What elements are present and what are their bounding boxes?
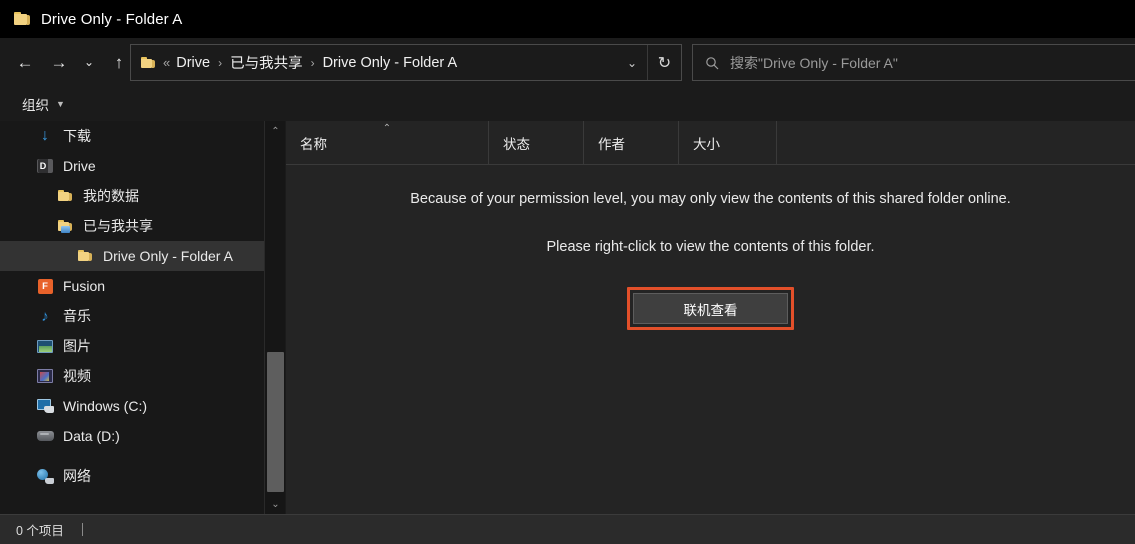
shared-folder-icon: [56, 217, 74, 235]
file-list-pane: ⌃ 名称 状态 作者 大小 Because of your permission…: [286, 120, 1135, 514]
column-header-name[interactable]: ⌃ 名称: [286, 120, 489, 165]
address-folder-icon: [141, 56, 155, 69]
sidebar-item-label: Data (D:): [63, 428, 120, 444]
chevron-down-icon: ▼: [56, 98, 65, 109]
sidebar-item-label: 网络: [63, 468, 91, 484]
sidebar-item-music[interactable]: ♪ 音乐: [0, 301, 264, 331]
empty-folder-message: Because of your permission level, you ma…: [286, 165, 1135, 514]
pictures-icon: [36, 337, 54, 355]
column-header-label: 作者: [598, 136, 625, 152]
window-title: Drive Only - Folder A: [41, 10, 183, 28]
column-header-author[interactable]: 作者: [584, 120, 679, 165]
videos-icon: [36, 367, 54, 385]
download-icon: ↓: [41, 127, 49, 144]
status-separator: [81, 523, 83, 536]
organize-label: 组织: [22, 97, 49, 113]
music-icon: ♪: [41, 307, 49, 325]
sidebar-item-fusion[interactable]: F Fusion: [0, 271, 264, 301]
navigation-pane: ↓ 下载 Drive 我的数据 已与我共享 Drive Only - Folde…: [0, 121, 264, 514]
breadcrumb-separator-icon: ›: [218, 55, 223, 70]
refresh-icon[interactable]: ↻: [647, 45, 681, 80]
sidebar-item-label: 下载: [63, 128, 91, 144]
sidebar-scrollbar[interactable]: ⌃ ⌄: [264, 121, 285, 514]
folder-icon: [56, 187, 74, 205]
breadcrumb-item-drive[interactable]: Drive: [174, 55, 212, 71]
forward-icon[interactable]: →: [42, 45, 76, 79]
search-placeholder: 搜索"Drive Only - Folder A": [730, 54, 898, 71]
sidebar-item-pictures[interactable]: 图片: [0, 331, 264, 361]
item-count-label: 0 个项目: [16, 524, 64, 538]
status-bar: 0 个项目: [0, 514, 1135, 544]
permission-message-line-2: Please right-click to view the contents …: [546, 239, 875, 255]
scroll-up-icon[interactable]: ⌃: [265, 121, 286, 141]
windows-drive-icon: [36, 397, 54, 415]
search-box[interactable]: 搜索"Drive Only - Folder A": [692, 44, 1135, 81]
file-explorer-window: Drive Only - Folder A ← → ⌄ ↑ « Drive › …: [0, 0, 1135, 544]
folder-icon: [76, 247, 94, 265]
sidebar-item-label: Windows (C:): [63, 398, 148, 414]
breadcrumb-item-shared[interactable]: 已与我共享: [228, 52, 305, 73]
sidebar-item-videos[interactable]: 视频: [0, 361, 264, 391]
sidebar-item-label: Fusion: [63, 278, 106, 294]
breadcrumb-item-current[interactable]: Drive Only - Folder A: [321, 55, 460, 71]
view-online-button[interactable]: 联机查看: [633, 293, 788, 324]
title-bar: Drive Only - Folder A: [0, 0, 1135, 38]
sidebar-item-label: 视频: [63, 368, 91, 384]
address-chevron-down-icon[interactable]: ⌄: [617, 45, 647, 80]
breadcrumb-overflow-icon[interactable]: «: [161, 55, 174, 70]
permission-message-line-1: Because of your permission level, you ma…: [410, 191, 1011, 207]
command-bar: 组织 ▼: [0, 86, 1135, 121]
sidebar-item-network[interactable]: 网络: [0, 461, 264, 491]
sidebar-item-label: 图片: [63, 338, 91, 354]
scrollbar-thumb[interactable]: [267, 352, 284, 492]
column-header-status[interactable]: 状态: [489, 120, 584, 165]
breadcrumb-separator-icon: ›: [310, 55, 315, 70]
fusion-icon: F: [36, 277, 54, 295]
sidebar-item-shared-with-me[interactable]: 已与我共享: [0, 211, 264, 241]
sidebar-item-label: 音乐: [63, 308, 91, 324]
sidebar-item-label: 我的数据: [83, 188, 139, 204]
column-header-size[interactable]: 大小: [679, 120, 777, 165]
sidebar-item-drive-only-folder-a[interactable]: Drive Only - Folder A: [0, 241, 264, 271]
organize-button[interactable]: 组织 ▼: [22, 94, 65, 114]
sidebar-item-my-data[interactable]: 我的数据: [0, 181, 264, 211]
address-bar[interactable]: « Drive › 已与我共享 › Drive Only - Folder A …: [130, 44, 682, 81]
column-header-label: 名称: [300, 136, 327, 152]
sidebar-item-label: 已与我共享: [83, 218, 153, 234]
sort-ascending-icon: ⌃: [382, 122, 392, 134]
network-icon: [36, 467, 54, 485]
sidebar-item-data-d[interactable]: Data (D:): [0, 421, 264, 451]
scroll-down-icon[interactable]: ⌄: [265, 494, 286, 514]
drive-icon: [36, 157, 54, 175]
sidebar-item-downloads[interactable]: ↓ 下载: [0, 121, 264, 151]
hard-drive-icon: [36, 427, 54, 445]
sidebar-item-label: Drive: [63, 158, 96, 174]
column-header-label: 状态: [503, 136, 530, 152]
sidebar-item-windows-c[interactable]: Windows (C:): [0, 391, 264, 421]
breadcrumb: « Drive › 已与我共享 › Drive Only - Folder A: [161, 52, 617, 73]
back-icon[interactable]: ←: [8, 45, 42, 79]
sidebar-item-drive[interactable]: Drive: [0, 151, 264, 181]
view-online-highlight: 联机查看: [627, 287, 794, 330]
sidebar-item-label: Drive Only - Folder A: [103, 248, 233, 264]
folder-icon: [14, 12, 30, 26]
search-icon: [705, 56, 719, 70]
recent-locations-chevron-down-icon[interactable]: ⌄: [76, 45, 102, 79]
column-header-label: 大小: [693, 136, 720, 152]
column-header-row: ⌃ 名称 状态 作者 大小: [286, 120, 1135, 165]
